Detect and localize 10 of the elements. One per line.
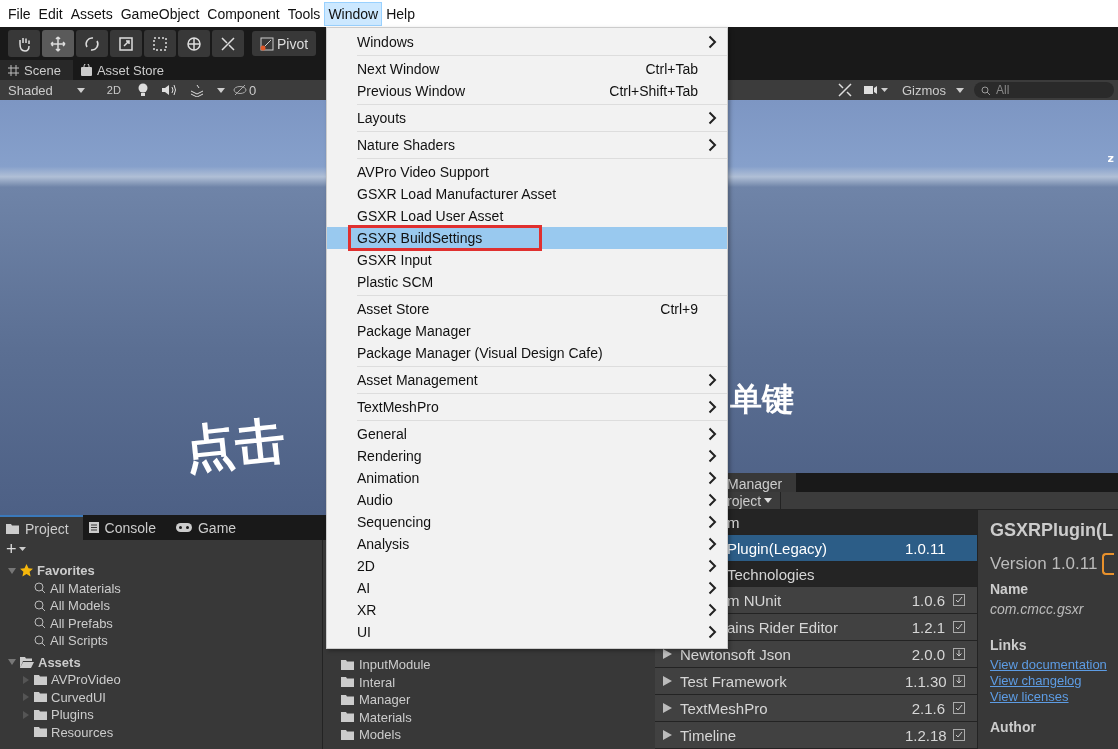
field-label: Author <box>990 719 1037 735</box>
package-title: GSXRPlugin(L <box>990 520 1114 541</box>
package-name: com.cmcc.gsxr <box>990 601 1085 617</box>
field-label: Links <box>990 637 1028 653</box>
scene-text: 单键 <box>730 379 794 420</box>
hidden-count: 0 <box>248 82 257 98</box>
axis-label: z <box>1107 152 1114 165</box>
package-version: Version 1.0.11 <box>990 554 1098 574</box>
field-label: Name <box>990 581 1030 597</box>
scene-text: 点击 <box>181 409 289 482</box>
